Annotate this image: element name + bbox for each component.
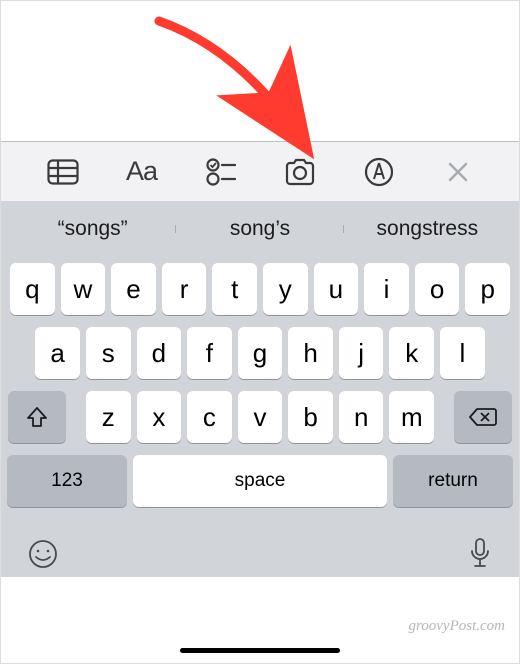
key-l[interactable]: l xyxy=(440,327,485,379)
numeric-key[interactable]: 123 xyxy=(7,455,127,507)
suggestion-2[interactable]: songstress xyxy=(344,209,511,249)
return-key[interactable]: return xyxy=(393,455,513,507)
key-a[interactable]: a xyxy=(35,327,80,379)
key-v[interactable]: v xyxy=(238,391,283,443)
markup-icon[interactable] xyxy=(359,152,399,192)
dictation-icon[interactable] xyxy=(467,537,493,571)
key-e[interactable]: e xyxy=(111,263,156,315)
key-d[interactable]: d xyxy=(137,327,182,379)
key-row-1: q w e r t y u i o p xyxy=(7,263,513,315)
watermark: groovyPost.com xyxy=(408,618,505,635)
key-b[interactable]: b xyxy=(288,391,333,443)
camera-icon[interactable] xyxy=(280,152,320,192)
key-w[interactable]: w xyxy=(61,263,106,315)
key-j[interactable]: j xyxy=(339,327,384,379)
key-s[interactable]: s xyxy=(86,327,131,379)
key-i[interactable]: i xyxy=(364,263,409,315)
key-u[interactable]: u xyxy=(314,263,359,315)
suggestion-0[interactable]: “songs” xyxy=(9,209,176,249)
key-c[interactable]: c xyxy=(187,391,232,443)
key-q[interactable]: q xyxy=(10,263,55,315)
checklist-icon[interactable] xyxy=(201,152,241,192)
backspace-key[interactable] xyxy=(454,391,512,443)
key-k[interactable]: k xyxy=(389,327,434,379)
emoji-icon[interactable] xyxy=(27,538,59,570)
space-key[interactable]: space xyxy=(133,455,387,507)
suggestion-bar: “songs” song’s songstress xyxy=(1,201,519,257)
shift-key[interactable] xyxy=(8,391,66,443)
key-t[interactable]: t xyxy=(212,263,257,315)
keyboard-bottom-bar xyxy=(1,525,519,577)
table-icon[interactable] xyxy=(43,152,83,192)
ios-keyboard: “songs” song’s songstress q w e r t y u … xyxy=(1,201,519,577)
key-row-2: a s d f g h j k l xyxy=(7,327,513,379)
key-y[interactable]: y xyxy=(263,263,308,315)
key-x[interactable]: x xyxy=(137,391,182,443)
key-n[interactable]: n xyxy=(339,391,384,443)
key-row-4: 123 space return xyxy=(7,455,513,507)
suggestion-1[interactable]: song’s xyxy=(176,209,343,249)
key-p[interactable]: p xyxy=(465,263,510,315)
key-m[interactable]: m xyxy=(389,391,434,443)
key-z[interactable]: z xyxy=(86,391,131,443)
key-r[interactable]: r xyxy=(162,263,207,315)
key-o[interactable]: o xyxy=(415,263,460,315)
key-h[interactable]: h xyxy=(288,327,333,379)
key-g[interactable]: g xyxy=(238,327,283,379)
key-row-3: z x c v b n m xyxy=(7,391,513,443)
annotation-arrow xyxy=(149,9,329,159)
text-format-button[interactable]: Aa xyxy=(122,152,162,192)
formatting-toolbar: Aa xyxy=(1,141,519,201)
key-f[interactable]: f xyxy=(187,327,232,379)
note-content-area[interactable] xyxy=(1,1,519,141)
close-icon[interactable] xyxy=(438,152,478,192)
home-indicator[interactable] xyxy=(180,648,340,653)
